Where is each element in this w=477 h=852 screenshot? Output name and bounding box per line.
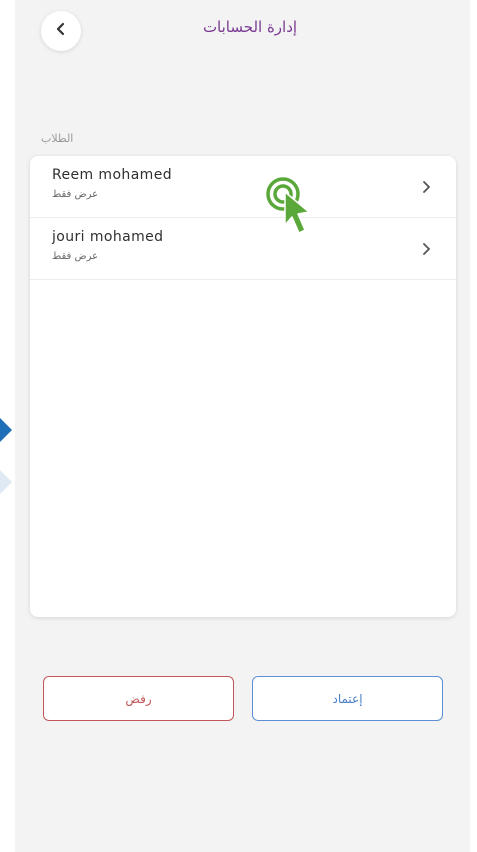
students-list: Reem mohamed عرض فقط jouri mohamed عرض ف… bbox=[30, 156, 456, 617]
student-permission: عرض فقط bbox=[52, 189, 99, 200]
edge-arrow-icon bbox=[0, 418, 14, 498]
reject-button[interactable]: رفض bbox=[43, 676, 234, 721]
chevron-right-icon bbox=[418, 240, 436, 258]
list-item[interactable]: jouri mohamed عرض فقط bbox=[30, 218, 456, 280]
section-label: الطلاب bbox=[41, 132, 74, 145]
student-permission: عرض فقط bbox=[52, 251, 99, 262]
chevron-right-icon bbox=[418, 178, 436, 196]
back-button[interactable] bbox=[41, 11, 81, 51]
chevron-left-icon bbox=[53, 21, 69, 41]
page-title: إدارة الحسابات bbox=[202, 18, 298, 36]
student-name: Reem mohamed bbox=[52, 167, 173, 183]
student-name: jouri mohamed bbox=[52, 229, 164, 245]
approve-button[interactable]: إعتماد bbox=[252, 676, 443, 721]
list-item[interactable]: Reem mohamed عرض فقط bbox=[30, 156, 456, 218]
account-management-screen: إدارة الحسابات الطلاب Reem mohamed عرض ف… bbox=[15, 0, 470, 852]
